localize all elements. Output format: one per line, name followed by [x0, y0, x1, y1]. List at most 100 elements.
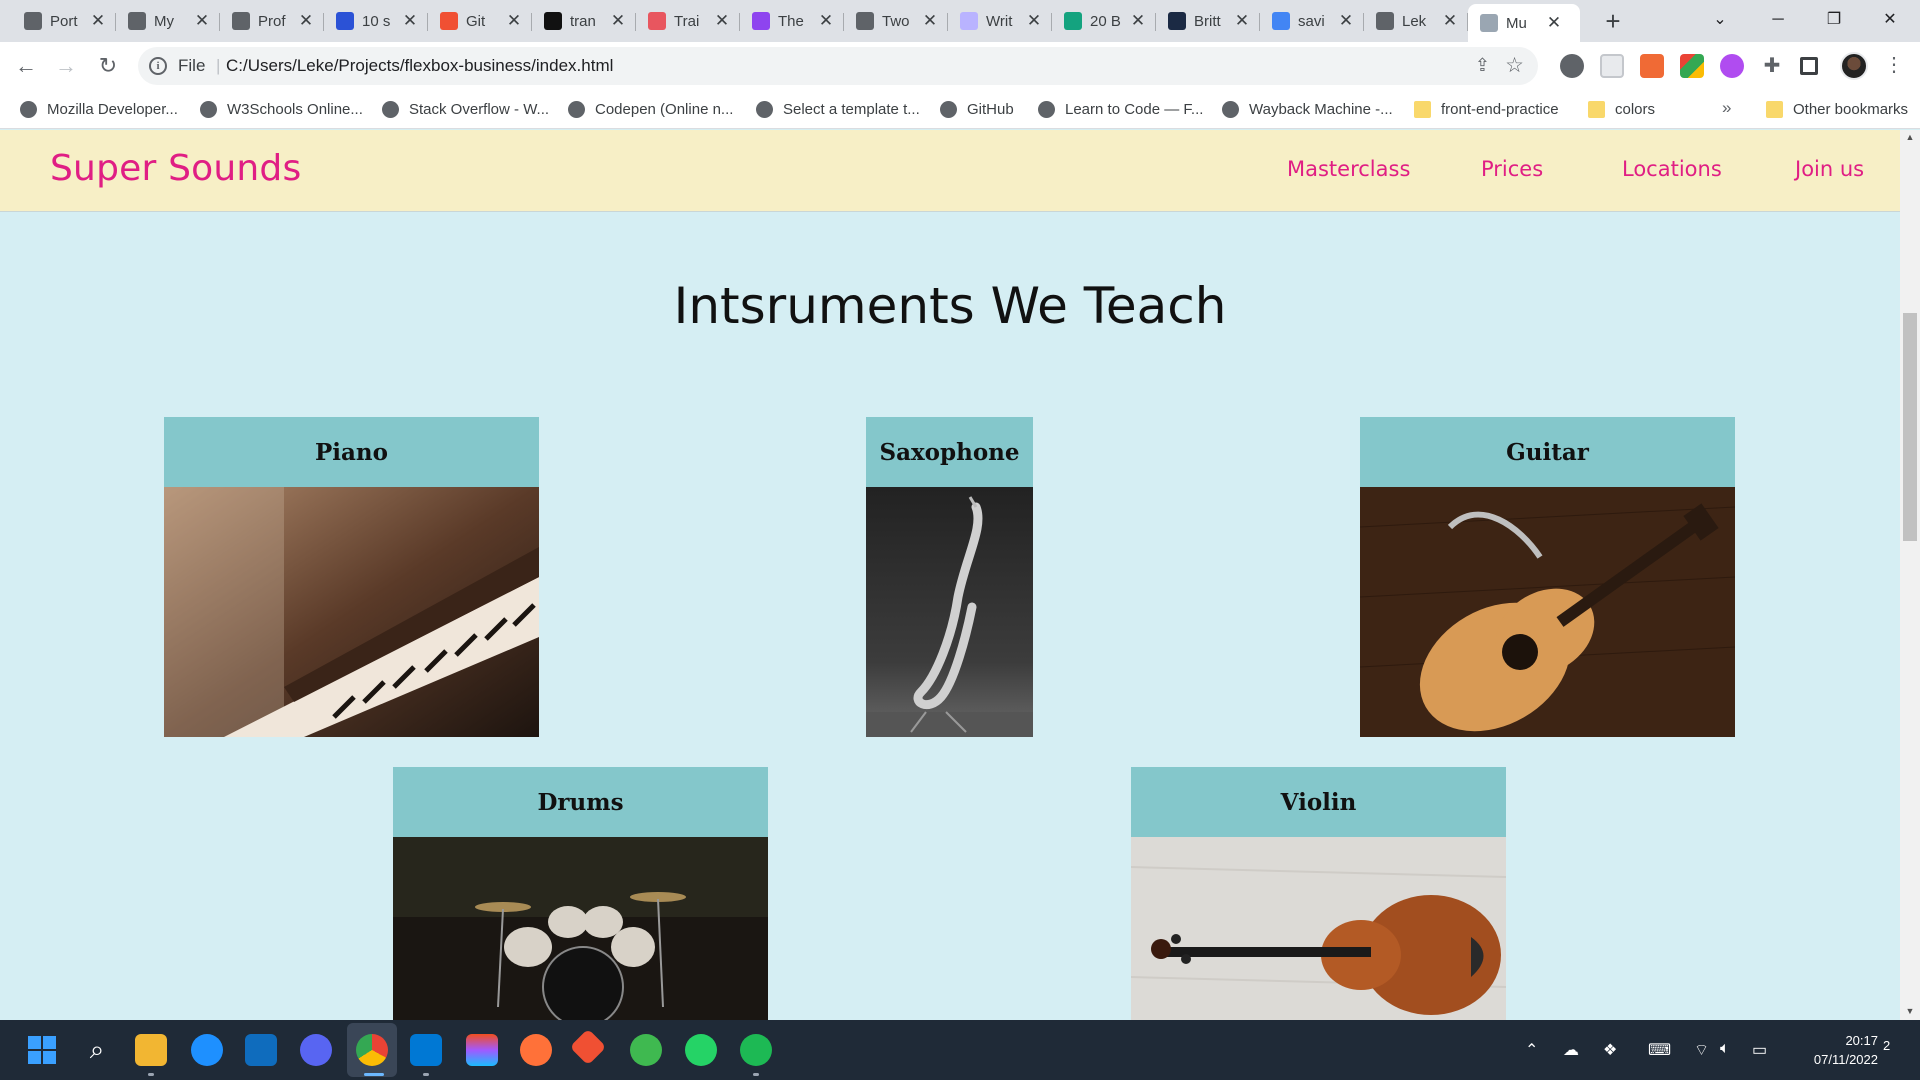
- browser-tab[interactable]: 10 s ✕: [324, 4, 428, 38]
- section-title: Intsruments We Teach: [673, 277, 1227, 335]
- close-tab-icon[interactable]: ✕: [714, 11, 730, 31]
- browser-tab[interactable]: Trai ✕: [636, 4, 740, 38]
- keyboard-icon[interactable]: ⌨: [1648, 1040, 1671, 1060]
- bookmark-item[interactable]: Learn to Code — F...: [1038, 99, 1203, 119]
- firefox-icon[interactable]: [520, 1034, 552, 1066]
- site-logo[interactable]: Super Sounds: [50, 148, 301, 189]
- violin-photo: [1131, 837, 1506, 1020]
- wifi-icon[interactable]: ⌔: [1694, 1040, 1709, 1060]
- reload-icon[interactable]: ↻: [92, 50, 124, 82]
- back-arrow-icon[interactable]: ←: [10, 50, 42, 82]
- bookmark-item[interactable]: W3Schools Online...: [200, 99, 363, 119]
- site-info-icon[interactable]: i: [149, 57, 167, 75]
- purple-extension-icon[interactable]: [1720, 54, 1744, 78]
- tab-search-chevron-icon[interactable]: ⌄: [1692, 0, 1748, 40]
- side-panel-icon[interactable]: [1800, 57, 1818, 75]
- new-tab-button[interactable]: +: [1598, 6, 1628, 36]
- chrome-icon[interactable]: [356, 1034, 388, 1066]
- vscode-icon[interactable]: [410, 1034, 442, 1066]
- share-icon[interactable]: ⇪: [1475, 55, 1490, 76]
- onedrive-icon[interactable]: ☁: [1563, 1040, 1579, 1060]
- close-tab-icon[interactable]: ✕: [1442, 11, 1458, 31]
- bookmark-item[interactable]: colors: [1588, 99, 1655, 119]
- browser-tab[interactable]: 20 B ✕: [1052, 4, 1156, 38]
- close-tab-icon[interactable]: ✕: [1234, 11, 1250, 31]
- spotify-icon[interactable]: [740, 1034, 772, 1066]
- close-tab-icon[interactable]: ✕: [818, 11, 834, 31]
- windows-start-icon[interactable]: [26, 1034, 58, 1066]
- close-window-button[interactable]: ✕: [1862, 0, 1918, 40]
- tray-chevron-icon[interactable]: ⌃: [1525, 1040, 1538, 1060]
- honey-extension-icon[interactable]: [1640, 54, 1664, 78]
- color-extension-icon[interactable]: [1680, 54, 1704, 78]
- nav-link-locations[interactable]: Locations: [1622, 157, 1722, 181]
- close-tab-icon[interactable]: ✕: [90, 11, 106, 31]
- address-bar[interactable]: i File | C:/Users/Leke/Projects/flexbox-…: [138, 47, 1538, 85]
- system-clock[interactable]: 20:17 07/11/2022: [1790, 1031, 1878, 1069]
- git-icon[interactable]: [569, 1028, 607, 1066]
- close-tab-icon[interactable]: ✕: [1026, 11, 1042, 31]
- bookmark-item[interactable]: GitHub: [940, 99, 1014, 119]
- close-tab-icon[interactable]: ✕: [506, 11, 522, 31]
- forward-arrow-icon[interactable]: →: [50, 50, 82, 82]
- dropbox-icon[interactable]: ❖: [1603, 1040, 1617, 1060]
- bookmark-item[interactable]: Codepen (Online n...: [568, 99, 733, 119]
- discord-icon[interactable]: [300, 1034, 332, 1066]
- bookmark-item[interactable]: Select a template t...: [756, 99, 920, 119]
- reader-extension-icon[interactable]: [1600, 54, 1624, 78]
- browser-tab[interactable]: Writ ✕: [948, 4, 1052, 38]
- extensions-puzzle-icon[interactable]: ✚: [1760, 54, 1784, 78]
- battery-icon[interactable]: ▭: [1752, 1040, 1767, 1060]
- browser-tab[interactable]: Prof ✕: [220, 4, 324, 38]
- page-scrollbar[interactable]: ▲ ▼: [1900, 130, 1920, 1020]
- whatsapp-icon[interactable]: [685, 1034, 717, 1066]
- figma-icon[interactable]: [466, 1034, 498, 1066]
- browser-tab[interactable]: My ✕: [116, 4, 220, 38]
- microsoft-store-icon[interactable]: [245, 1034, 277, 1066]
- scrollbar-thumb[interactable]: [1903, 313, 1917, 541]
- browser-tab[interactable]: Port ✕: [12, 4, 116, 38]
- close-tab-icon[interactable]: ✕: [610, 11, 626, 31]
- edge-icon[interactable]: [191, 1034, 223, 1066]
- file-explorer-icon[interactable]: [135, 1034, 167, 1066]
- browser-tab[interactable]: Git ✕: [428, 4, 532, 38]
- bookmark-item[interactable]: Mozilla Developer...: [20, 99, 178, 119]
- scroll-down-arrow-icon[interactable]: ▼: [1900, 1006, 1920, 1016]
- bookmark-item[interactable]: front-end-practice: [1414, 99, 1559, 119]
- bug-extension-icon[interactable]: [1560, 54, 1584, 78]
- close-tab-icon[interactable]: ✕: [194, 11, 210, 31]
- scroll-up-arrow-icon[interactable]: ▲: [1900, 132, 1920, 142]
- browser-tab[interactable]: tran ✕: [532, 4, 636, 38]
- close-tab-icon[interactable]: ✕: [1130, 11, 1146, 31]
- minimize-button[interactable]: ─: [1750, 0, 1806, 40]
- browser-tab[interactable]: Lek ✕: [1364, 4, 1468, 38]
- close-tab-icon[interactable]: ✕: [1338, 11, 1354, 31]
- close-tab-icon[interactable]: ✕: [1546, 13, 1562, 33]
- bookmark-star-icon[interactable]: ☆: [1505, 53, 1524, 78]
- curve-icon: [856, 12, 874, 30]
- menu-kebab-icon[interactable]: ⋮: [1884, 54, 1904, 76]
- close-tab-icon[interactable]: ✕: [402, 11, 418, 31]
- nav-link-prices[interactable]: Prices: [1481, 157, 1543, 181]
- browser-tab[interactable]: Two ✕: [844, 4, 948, 38]
- other-bookmarks[interactable]: Other bookmarks: [1766, 99, 1908, 119]
- search-icon[interactable]: ⌕: [81, 1034, 113, 1066]
- restore-button[interactable]: ❐: [1806, 0, 1862, 40]
- url-text[interactable]: C:/Users/Leke/Projects/flexbox-business/…: [226, 56, 613, 76]
- telegram-icon[interactable]: [630, 1034, 662, 1066]
- more-bookmarks-button[interactable]: »: [1722, 98, 1731, 118]
- bookmark-item[interactable]: Stack Overflow - W...: [382, 99, 549, 119]
- browser-tab[interactable]: The ✕: [740, 4, 844, 38]
- close-tab-icon[interactable]: ✕: [298, 11, 314, 31]
- browser-tab[interactable]: savi ✕: [1260, 4, 1364, 38]
- notification-count[interactable]: 2: [1883, 1038, 1890, 1053]
- nav-link-masterclass[interactable]: Masterclass: [1287, 157, 1410, 181]
- browser-tab[interactable]: Britt ✕: [1156, 4, 1260, 38]
- bookmark-item[interactable]: Wayback Machine -...: [1222, 99, 1393, 119]
- close-tab-icon[interactable]: ✕: [922, 11, 938, 31]
- curve-icon: [756, 100, 773, 118]
- volume-icon[interactable]: 🔈︎: [1720, 1040, 1730, 1058]
- browser-tab[interactable]: Mu ✕: [1468, 4, 1580, 42]
- profile-avatar[interactable]: [1840, 52, 1868, 80]
- nav-link-join-us[interactable]: Join us: [1795, 157, 1864, 181]
